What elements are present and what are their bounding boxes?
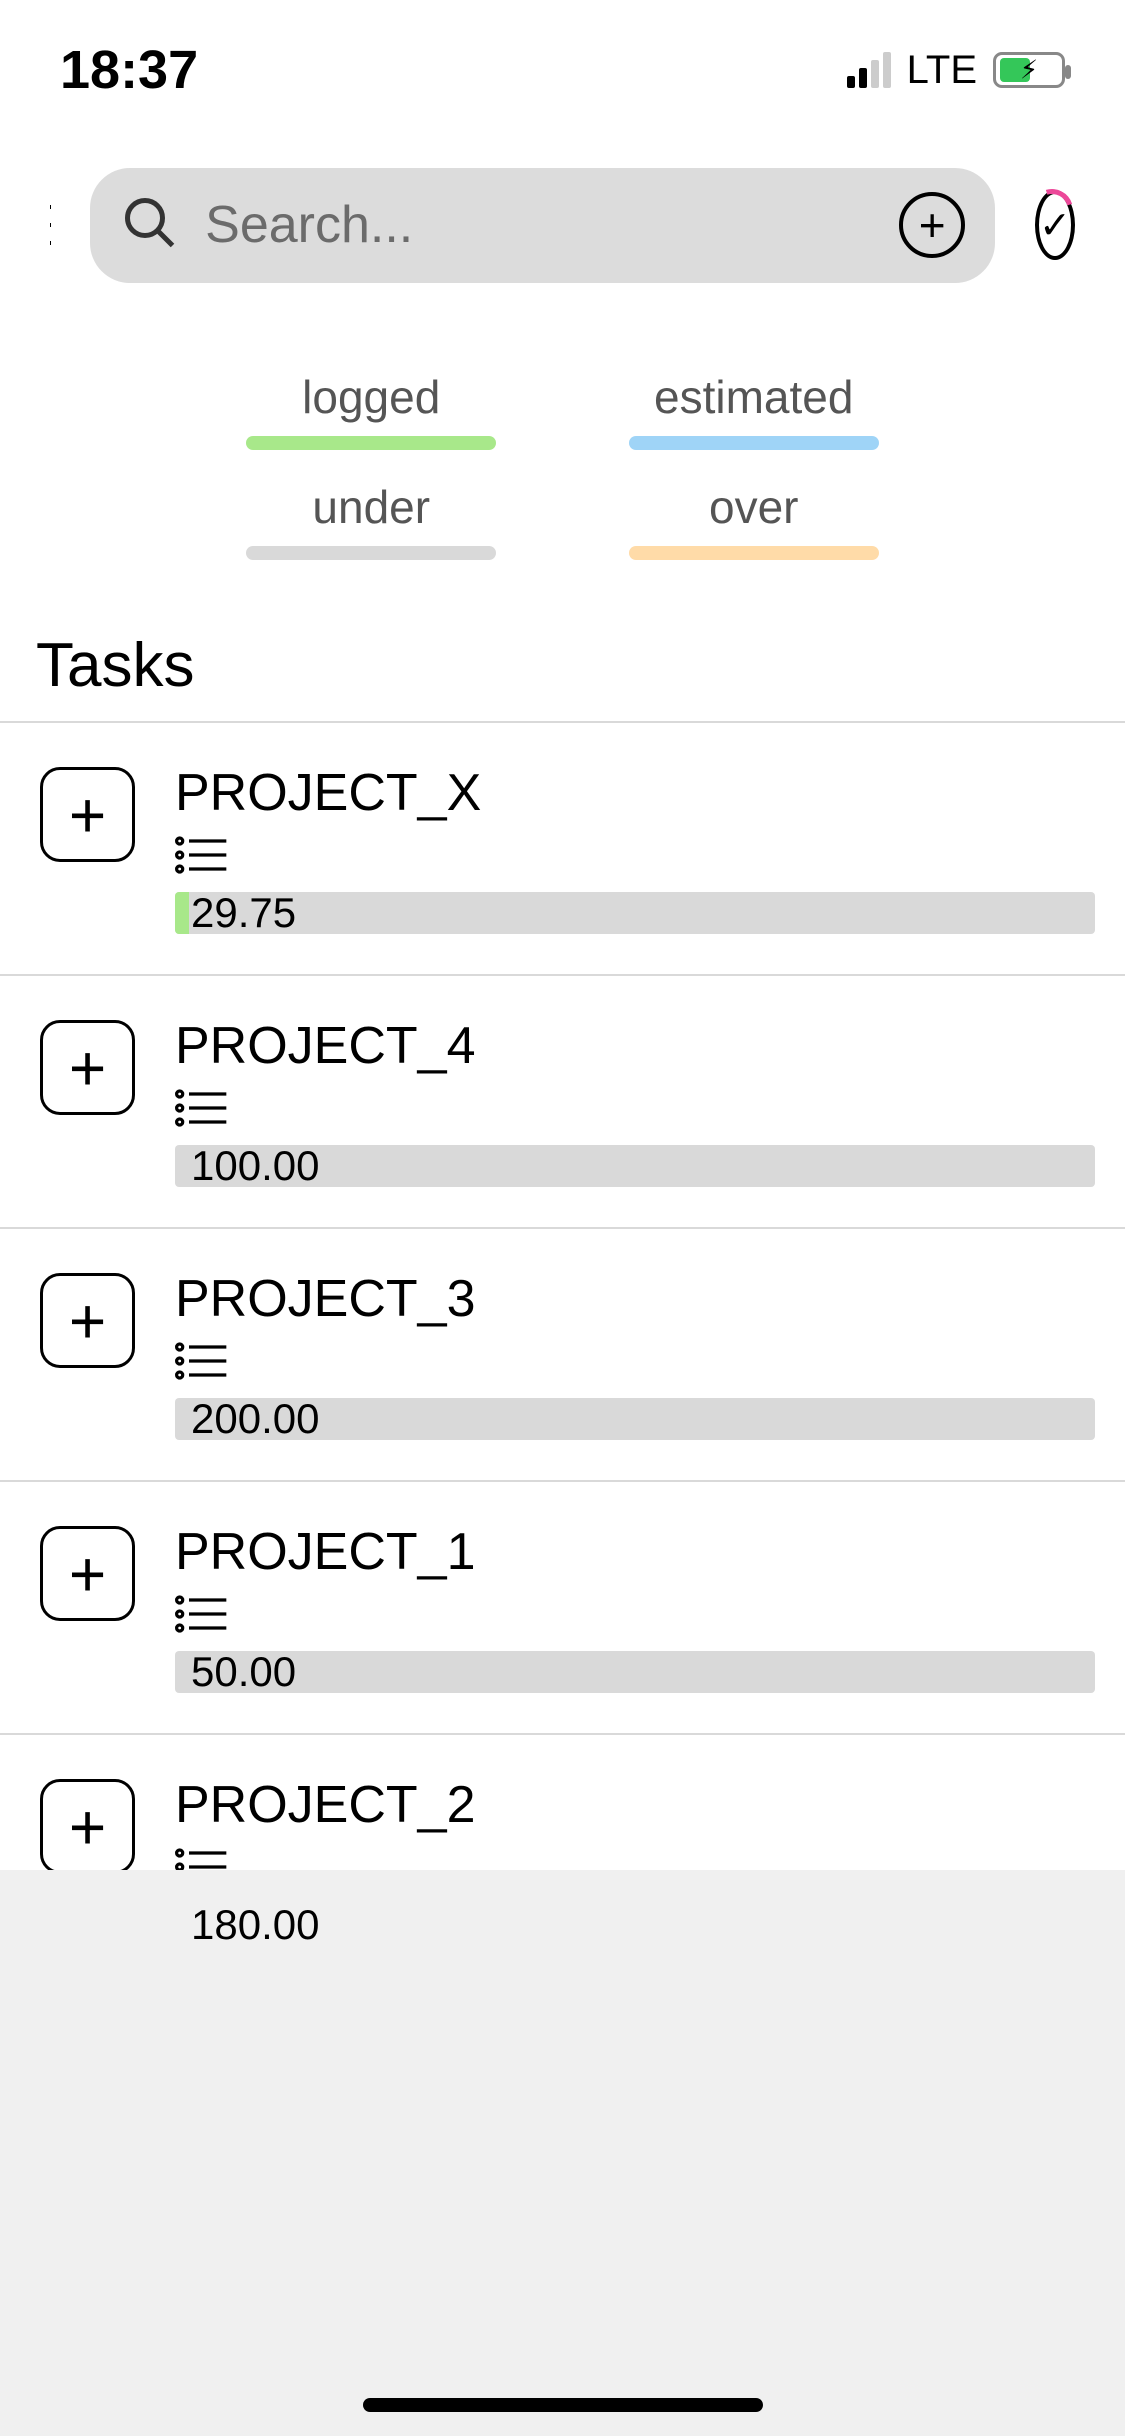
expand-button[interactable]: + bbox=[40, 767, 135, 862]
expand-button[interactable]: + bbox=[40, 1020, 135, 1115]
progress-value: 180.00 bbox=[175, 1901, 319, 1949]
task-row[interactable]: + PROJECT_4 100.00 bbox=[0, 976, 1125, 1229]
add-button[interactable]: + bbox=[899, 192, 965, 258]
search-input[interactable] bbox=[205, 195, 874, 255]
list-icon bbox=[175, 835, 1095, 880]
progress-value: 50.00 bbox=[175, 1648, 296, 1696]
home-indicator bbox=[363, 2398, 763, 2412]
expand-button[interactable]: + bbox=[40, 1273, 135, 1368]
task-row[interactable]: + PROJECT_3 200.00 bbox=[0, 1229, 1125, 1482]
legend: loggedestimated underover bbox=[0, 310, 1125, 600]
legend-item: estimated bbox=[563, 370, 946, 450]
section-title: Tasks bbox=[0, 600, 1125, 723]
progress-bar: 50.00 bbox=[175, 1651, 1095, 1693]
list-icon bbox=[175, 1594, 1095, 1639]
legend-label: estimated bbox=[563, 370, 946, 424]
search-box[interactable]: + bbox=[90, 168, 995, 283]
status-right: LTE ⚡︎ bbox=[847, 48, 1065, 93]
legend-bar bbox=[629, 436, 879, 450]
legend-item: under bbox=[180, 480, 563, 560]
legend-bar bbox=[246, 436, 496, 450]
task-title: PROJECT_X bbox=[175, 763, 1095, 823]
progress-bar: 200.00 bbox=[175, 1398, 1095, 1440]
legend-label: under bbox=[180, 480, 563, 534]
task-title: PROJECT_3 bbox=[175, 1269, 1095, 1329]
progress-bar: 100.00 bbox=[175, 1145, 1095, 1187]
task-title: PROJECT_4 bbox=[175, 1016, 1095, 1076]
list-icon bbox=[175, 1341, 1095, 1386]
task-title: PROJECT_2 bbox=[175, 1775, 1095, 1835]
legend-label: over bbox=[563, 480, 946, 534]
expand-button[interactable]: + bbox=[40, 1779, 135, 1874]
task-row[interactable]: + PROJECT_X 29.75 bbox=[0, 723, 1125, 976]
legend-item: over bbox=[563, 480, 946, 560]
progress-value: 100.00 bbox=[175, 1142, 319, 1190]
legend-bar bbox=[629, 546, 879, 560]
legend-label: logged bbox=[180, 370, 563, 424]
expand-button[interactable]: + bbox=[40, 1526, 135, 1621]
legend-item: logged bbox=[180, 370, 563, 450]
signal-icon bbox=[847, 52, 891, 88]
list-icon bbox=[175, 1088, 1095, 1133]
progress-value: 200.00 bbox=[175, 1395, 319, 1443]
task-list: + PROJECT_X 29.75 + PROJECT_4 100.00 + PROJECT_… bbox=[0, 723, 1125, 1988]
check-icon: ✓ bbox=[1039, 203, 1071, 248]
task-title: PROJECT_1 bbox=[175, 1522, 1095, 1582]
status-bar: 18:37 LTE ⚡︎ bbox=[0, 0, 1125, 140]
empty-area bbox=[0, 1870, 1125, 2436]
task-row[interactable]: + PROJECT_1 50.00 bbox=[0, 1482, 1125, 1735]
legend-bar bbox=[246, 546, 496, 560]
header: + ✓ bbox=[0, 140, 1125, 310]
timer-button[interactable]: ✓ bbox=[1035, 190, 1075, 260]
network-label: LTE bbox=[907, 48, 977, 93]
status-time: 18:37 bbox=[60, 39, 198, 101]
battery-icon: ⚡︎ bbox=[993, 52, 1065, 88]
progress-value: 29.75 bbox=[175, 889, 296, 937]
progress-bar: 29.75 bbox=[175, 892, 1095, 934]
search-icon bbox=[120, 193, 180, 258]
